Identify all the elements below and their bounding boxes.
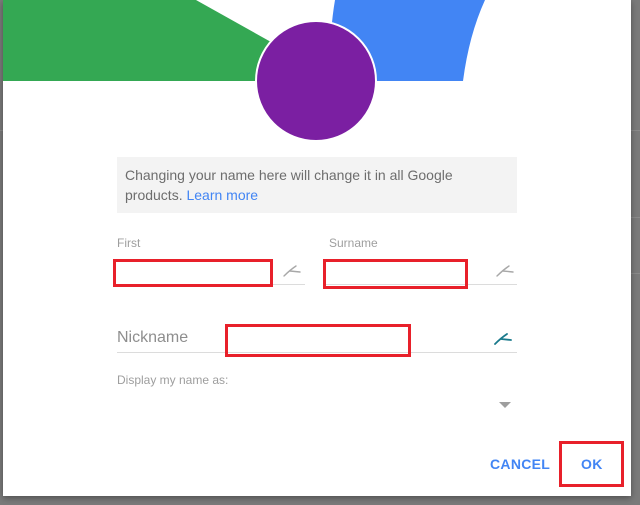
handwriting-icon[interactable] xyxy=(282,264,302,278)
ok-button-highlight xyxy=(559,441,624,487)
edit-name-dialog: Changing your name here will change it i… xyxy=(3,0,631,496)
handwriting-icon[interactable] xyxy=(495,264,515,278)
first-name-label: First xyxy=(117,236,141,250)
avatar[interactable] xyxy=(255,20,377,142)
banner-green-shape xyxy=(3,0,271,81)
display-name-select[interactable] xyxy=(117,390,517,416)
learn-more-link[interactable]: Learn more xyxy=(186,187,258,203)
nickname-highlight xyxy=(225,324,411,357)
handwriting-icon[interactable] xyxy=(493,332,513,346)
chevron-down-icon[interactable] xyxy=(499,402,511,408)
backdrop-divider xyxy=(631,217,640,218)
surname-highlight xyxy=(323,259,468,289)
surname-label: Surname xyxy=(329,236,378,250)
nickname-placeholder: Nickname xyxy=(117,329,189,346)
backdrop-divider xyxy=(631,273,640,274)
name-change-notice: Changing your name here will change it i… xyxy=(117,157,517,213)
first-name-highlight xyxy=(113,259,273,287)
display-name-label: Display my name as: xyxy=(117,373,229,387)
notice-text: Changing your name here will change it i… xyxy=(125,167,453,203)
cancel-button[interactable]: CANCEL xyxy=(490,456,550,472)
backdrop-divider xyxy=(631,130,640,131)
